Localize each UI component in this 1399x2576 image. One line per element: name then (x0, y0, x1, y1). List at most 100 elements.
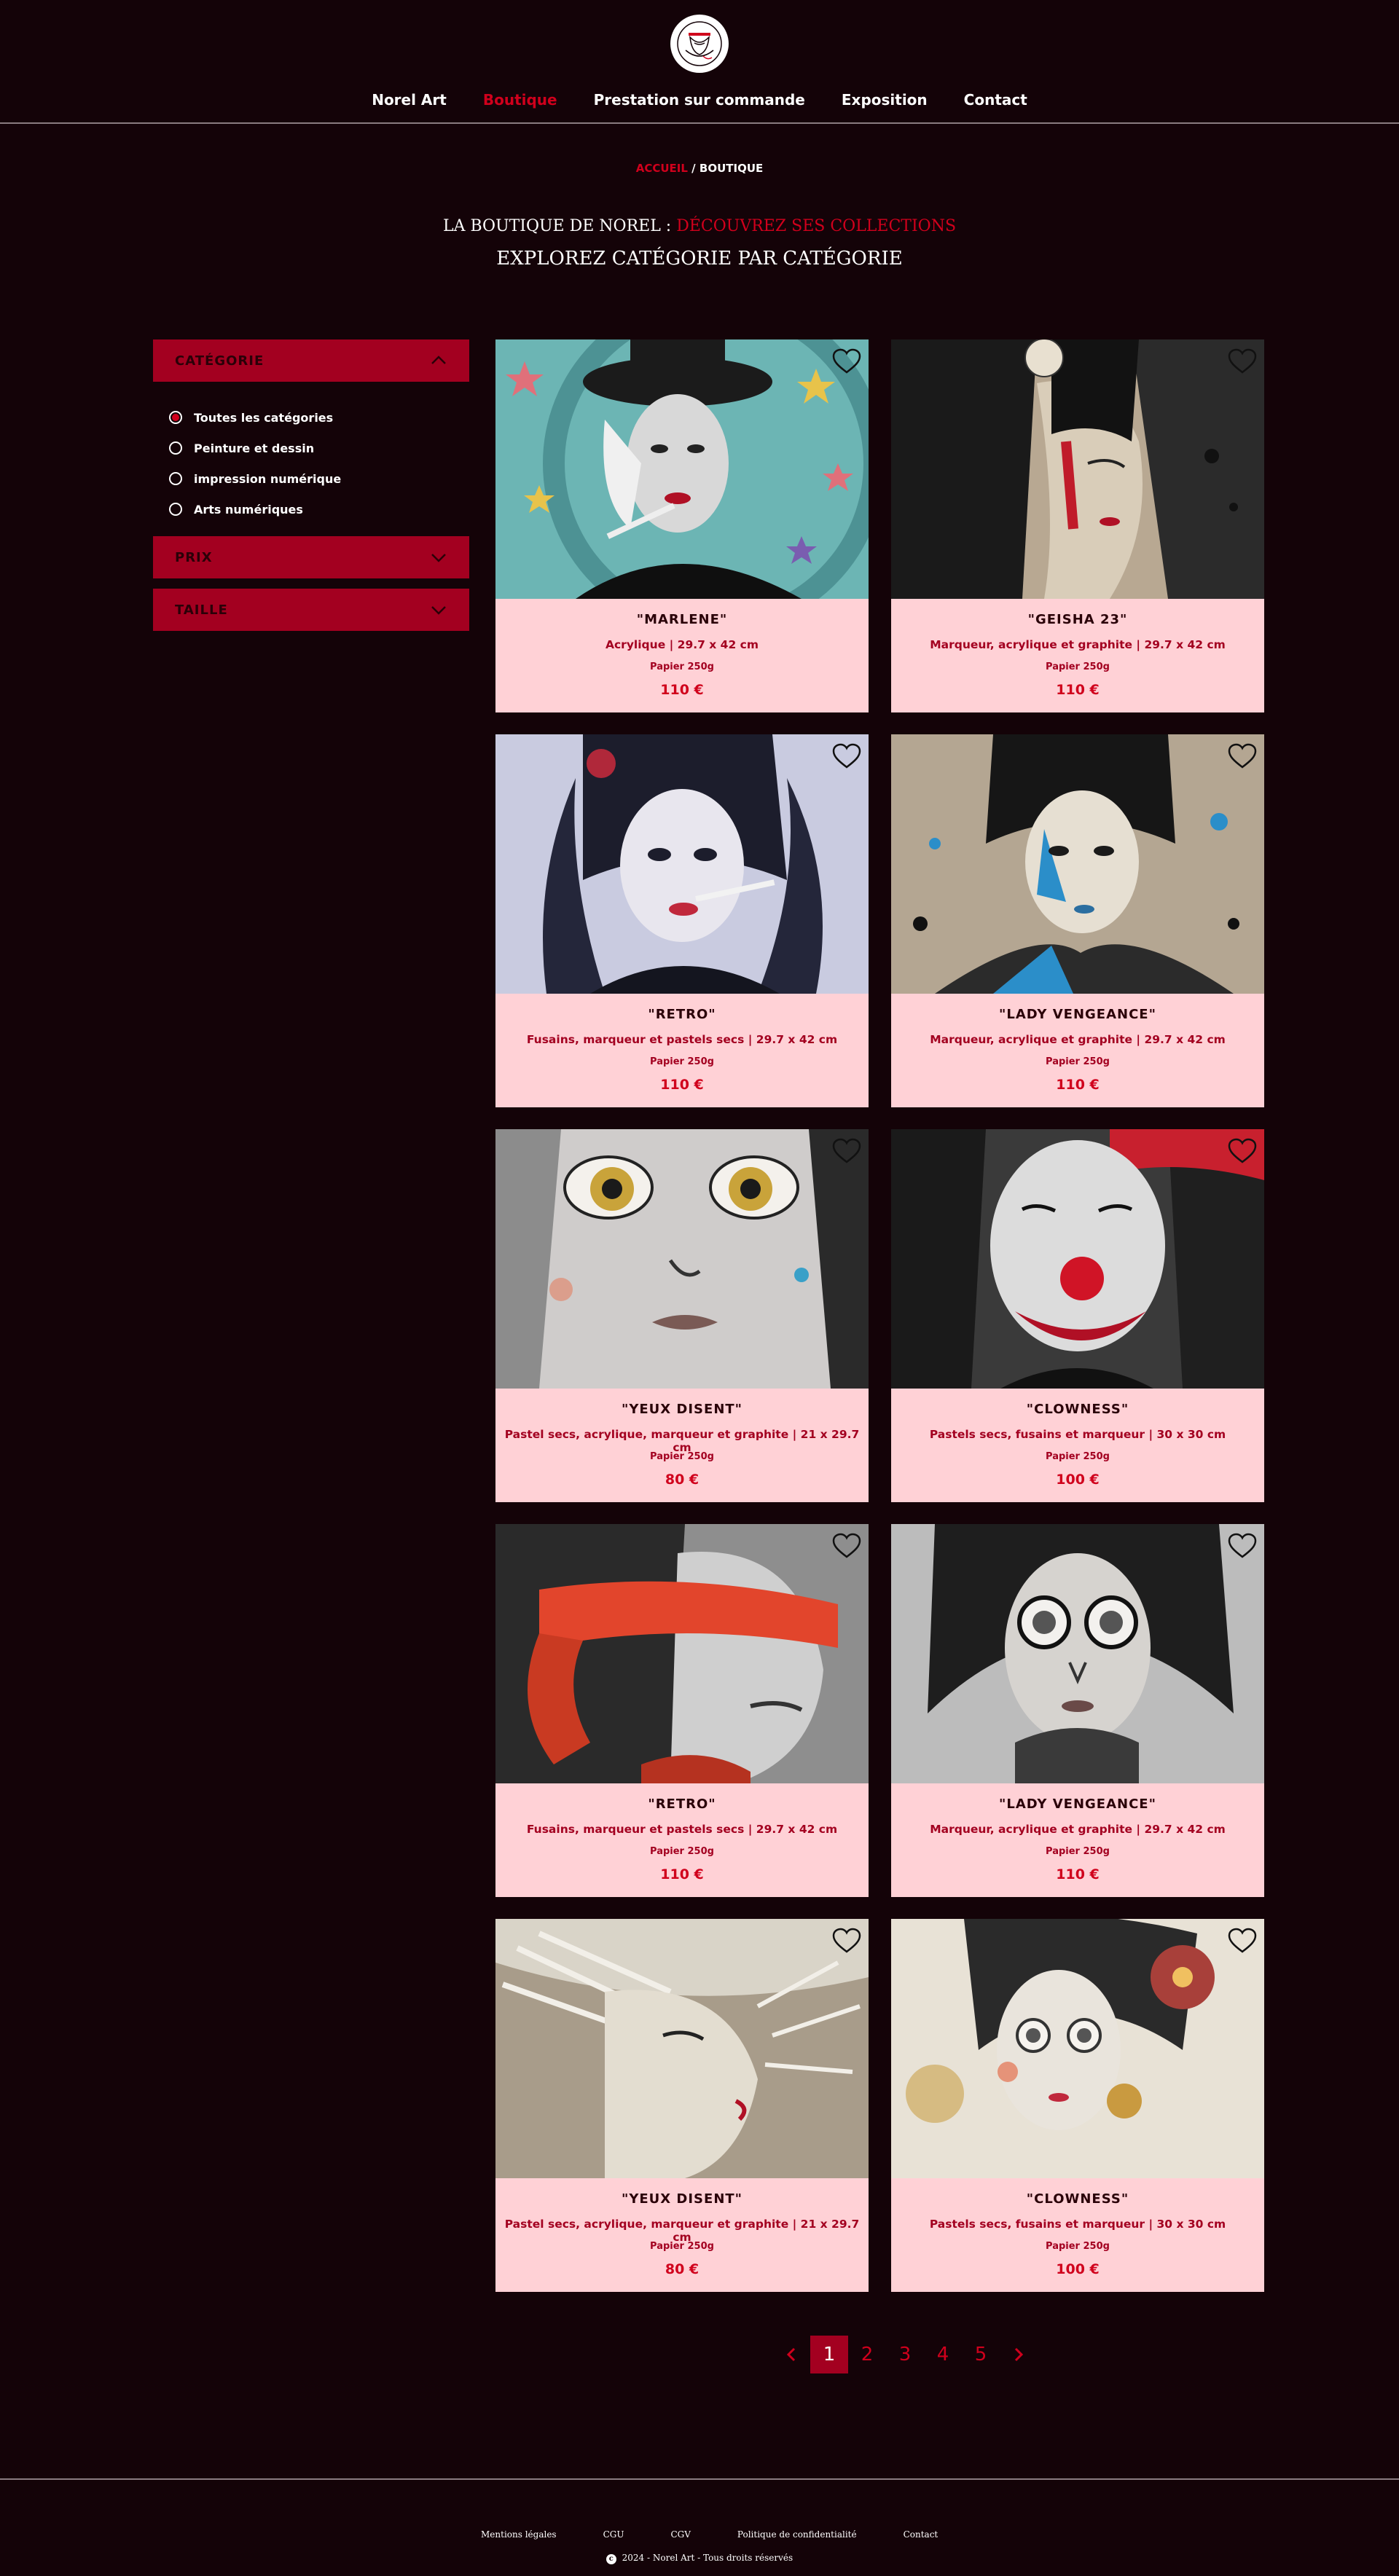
breadcrumb-home[interactable]: ACCUEIL (636, 162, 688, 175)
product-name: "RETRO" (648, 1007, 716, 1022)
heart-icon[interactable] (1228, 348, 1257, 374)
product-technique: Marqueur, acrylique et graphite | 29.7 x… (930, 1823, 1226, 1836)
site-header: Norel Art Boutique Prestation sur comman… (0, 0, 1399, 124)
pagination-page-3[interactable]: 3 (886, 2336, 924, 2373)
heart-icon[interactable] (832, 743, 861, 769)
footer-link-cgu[interactable]: CGU (603, 2529, 624, 2540)
product-image[interactable] (891, 339, 1264, 599)
pagination: 1 2 3 4 5 (772, 2336, 1038, 2373)
product-technique: Pastel secs, acrylique, marqueur et grap… (504, 1428, 860, 1454)
footer-link-mentions[interactable]: Mentions légales (481, 2529, 557, 2540)
product-technique: Marqueur, acrylique et graphite | 29.7 x… (930, 638, 1226, 651)
product-technique: Fusains, marqueur et pastels secs | 29.7… (526, 1033, 838, 1046)
footer-link-contact[interactable]: Contact (904, 2529, 938, 2540)
nav-item-contact[interactable]: Contact (964, 91, 1027, 109)
product-image[interactable] (891, 734, 1264, 994)
product-name: "LADY VENGEANCE" (999, 1796, 1156, 1812)
product-card[interactable]: "MARLENE" Acrylique | 29.7 x 42 cm Papie… (495, 339, 869, 712)
nav-item-norel-art[interactable]: Norel Art (372, 91, 447, 109)
filter-price-label: PRIX (175, 549, 213, 565)
filter-size-header[interactable]: TAILLE (153, 589, 469, 631)
filter-size-label: TAILLE (175, 602, 228, 618)
product-paper: Papier 250g (1046, 1846, 1110, 1857)
product-paper: Papier 250g (1046, 1451, 1110, 1462)
product-card[interactable]: "RETRO" Fusains, marqueur et pastels sec… (495, 734, 869, 1107)
category-option-print[interactable]: impression numérique (169, 463, 341, 494)
nav-item-boutique[interactable]: Boutique (483, 91, 557, 109)
product-name: "RETRO" (648, 1796, 716, 1812)
product-card[interactable]: "YEUX DISENT" Pastel secs, acrylique, ma… (495, 1919, 869, 2292)
pagination-page-1[interactable]: 1 (810, 2336, 848, 2373)
breadcrumb: ACCUEIL / BOUTIQUE (0, 162, 1399, 175)
category-option-painting[interactable]: Peinture et dessin (169, 433, 341, 463)
heart-icon[interactable] (1228, 1138, 1257, 1164)
product-price: 80 € (665, 2261, 700, 2277)
product-price: 80 € (665, 1472, 700, 1488)
radio-icon (169, 441, 182, 455)
category-option-label: Peinture et dessin (194, 441, 315, 455)
product-paper: Papier 250g (650, 2241, 714, 2252)
product-price: 110 € (1056, 1866, 1100, 1882)
product-technique: Pastels secs, fusains et marqueur | 30 x… (929, 2218, 1226, 2231)
product-image[interactable] (891, 1919, 1264, 2178)
product-card[interactable]: "CLOWNESS" Pastels secs, fusains et marq… (891, 1919, 1264, 2292)
product-image[interactable] (495, 1524, 869, 1783)
product-image[interactable] (495, 1129, 869, 1389)
heart-icon[interactable] (1228, 1533, 1257, 1559)
breadcrumb-current: BOUTIQUE (699, 162, 764, 175)
product-card[interactable]: "CLOWNESS" Pastels secs, fusains et marq… (891, 1129, 1264, 1502)
category-option-digital[interactable]: Arts numériques (169, 494, 341, 525)
heart-icon[interactable] (1228, 1928, 1257, 1954)
nav-item-exposition[interactable]: Exposition (842, 91, 928, 109)
copyright: c 2024 - Norel Art - Tous droits réservé… (0, 2553, 1399, 2564)
page-title-main: LA BOUTIQUE DE NOREL : (442, 217, 672, 235)
heart-icon[interactable] (832, 1928, 861, 1954)
pagination-page-5[interactable]: 5 (962, 2336, 1000, 2373)
footer-link-cgv[interactable]: CGV (670, 2529, 690, 2540)
heart-icon[interactable] (832, 1533, 861, 1559)
footer-link-privacy[interactable]: Politique de confidentialité (737, 2529, 857, 2540)
heart-icon[interactable] (832, 1138, 861, 1164)
product-card[interactable]: "LADY VENGEANCE" Marqueur, acrylique et … (891, 734, 1264, 1107)
copyright-text: 2024 - Norel Art - Tous droits réservés (622, 2553, 793, 2563)
product-price: 100 € (1056, 1472, 1100, 1488)
logo[interactable] (670, 15, 729, 73)
category-option-all[interactable]: Toutes les catégories (169, 402, 341, 433)
heart-icon[interactable] (832, 348, 861, 374)
page-title: LA BOUTIQUE DE NOREL : DÉCOUVREZ SES COL… (0, 217, 1399, 235)
footer-divider (0, 2478, 1399, 2480)
product-image[interactable] (891, 1129, 1264, 1389)
product-name: "CLOWNESS" (1026, 1402, 1129, 1417)
pagination-page-4[interactable]: 4 (924, 2336, 962, 2373)
copyright-icon: c (606, 2554, 616, 2564)
pagination-next[interactable] (1000, 2336, 1038, 2373)
product-name: "YEUX DISENT" (621, 1402, 743, 1417)
product-card[interactable]: "LADY VENGEANCE" Marqueur, acrylique et … (891, 1524, 1264, 1897)
pagination-page-2[interactable]: 2 (848, 2336, 886, 2373)
chevron-down-icon (431, 606, 446, 615)
pagination-prev[interactable] (772, 2336, 810, 2373)
heart-icon[interactable] (1228, 743, 1257, 769)
product-paper: Papier 250g (1046, 1056, 1110, 1067)
nav-item-prestation[interactable]: Prestation sur commande (594, 91, 805, 109)
product-image[interactable] (495, 339, 869, 599)
product-paper: Papier 250g (650, 661, 714, 672)
product-paper: Papier 250g (1046, 661, 1110, 672)
chevron-right-icon (1014, 2347, 1024, 2362)
product-card[interactable]: "RETRO" Fusains, marqueur et pastels sec… (495, 1524, 869, 1897)
filter-price-header[interactable]: PRIX (153, 536, 469, 578)
logo-icon (677, 21, 722, 66)
product-price: 110 € (660, 1866, 704, 1882)
product-card[interactable]: "YEUX DISENT" Pastel secs, acrylique, ma… (495, 1129, 869, 1502)
product-image[interactable] (495, 734, 869, 994)
product-card[interactable]: "GEISHA 23" Marqueur, acrylique et graph… (891, 339, 1264, 712)
filter-category-header[interactable]: CATÉGORIE (153, 339, 469, 382)
category-option-label: Toutes les catégories (194, 410, 334, 425)
product-image[interactable] (495, 1919, 869, 2178)
product-image[interactable] (891, 1524, 1264, 1783)
main-nav: Norel Art Boutique Prestation sur comman… (0, 91, 1399, 109)
footer-links: Mentions légales CGU CGV Politique de co… (481, 2529, 984, 2540)
product-price: 100 € (1056, 2261, 1100, 2277)
chevron-down-icon (431, 554, 446, 562)
product-name: "MARLENE" (636, 612, 728, 627)
